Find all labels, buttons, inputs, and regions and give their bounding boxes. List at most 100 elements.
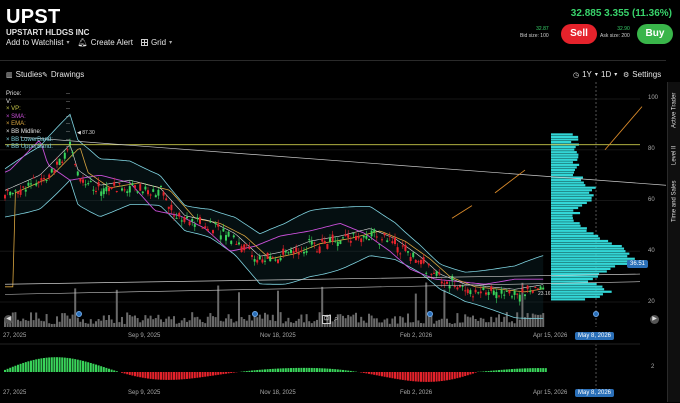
candle-body <box>414 259 417 263</box>
event-marker-icon[interactable] <box>427 311 433 317</box>
candle-body <box>487 292 490 295</box>
volume-bar <box>271 314 274 327</box>
tab-time-and-sales[interactable]: Time and Sales <box>668 178 680 224</box>
divider <box>0 60 666 61</box>
volume-bar <box>542 313 545 327</box>
volume-profile-bar <box>551 138 579 141</box>
interval-label: 1D <box>601 70 612 79</box>
scroll-left-icon[interactable]: ◀ <box>4 315 13 324</box>
add-to-watchlist-button[interactable]: Add to Watchlist ▾ <box>6 38 70 47</box>
volume-bar <box>92 323 95 327</box>
volume-bar <box>214 317 217 327</box>
volume-bar <box>71 314 74 327</box>
scroll-right-icon[interactable]: ▶ <box>650 315 659 324</box>
volume-profile-bar <box>551 191 590 194</box>
oscillator-bar <box>344 370 347 372</box>
candle-body <box>349 240 352 243</box>
volume-bar <box>433 323 435 327</box>
volume-bar <box>24 320 27 327</box>
candle-body <box>11 193 14 195</box>
ask-size: Ask size: 200 <box>600 33 630 39</box>
candle-body <box>469 290 472 295</box>
volume-profile-bar <box>551 288 605 291</box>
volume-profile-bar <box>551 262 628 265</box>
grid-button[interactable]: Grid ▾ <box>140 38 172 47</box>
volume-bar <box>110 319 113 327</box>
range-selector[interactable]: ◷ 1Y ▾ <box>573 70 598 79</box>
volume-bar <box>425 282 428 327</box>
oscillator-bar <box>63 357 66 372</box>
event-marker-icon[interactable] <box>252 311 258 317</box>
candle-body <box>365 235 368 239</box>
oscillator-bar <box>212 372 214 376</box>
reset-zoom-icon[interactable]: ⊡ <box>322 315 331 324</box>
create-alert-button[interactable]: 🔔︎ Create Alert <box>78 38 133 47</box>
candle-body <box>53 170 56 173</box>
volume-bar <box>40 320 43 327</box>
volume-bar <box>469 317 472 327</box>
volume-bar <box>277 290 279 327</box>
candle-body <box>518 294 521 302</box>
oscillator-bar <box>209 372 212 376</box>
volume-bar <box>297 318 300 327</box>
interval-selector[interactable]: 1D ▾ <box>601 70 617 79</box>
oscillator-bar <box>427 372 430 382</box>
oscillator-bar <box>102 367 105 372</box>
sell-button[interactable]: Sell <box>561 24 597 44</box>
oscillator-bar <box>417 372 420 382</box>
candle-body <box>503 294 506 296</box>
candle-body <box>87 183 90 185</box>
volume-bar <box>212 316 214 327</box>
volume-bar <box>235 321 238 327</box>
zoom-icon[interactable]: ⌕ <box>334 314 338 324</box>
volume-bar <box>287 317 290 327</box>
studies-button[interactable]: ▥ Studies <box>6 70 42 79</box>
legend-label: × EMA: <box>6 121 26 128</box>
volume-bar <box>27 320 30 327</box>
x-tick: 27, 2025 <box>3 390 27 396</box>
oscillator-bar <box>173 372 175 380</box>
candle-body <box>71 152 74 154</box>
price-chart[interactable] <box>0 82 666 403</box>
oscillator-bar <box>144 372 147 379</box>
candle-body <box>472 296 474 298</box>
oscillator-bar <box>407 372 409 381</box>
volume-bar <box>368 313 370 327</box>
volume-profile-bar <box>551 166 577 169</box>
volume-bar <box>349 316 352 327</box>
drawings-button[interactable]: ✎ Drawings <box>42 70 84 79</box>
candle-body <box>329 237 331 242</box>
osc-y-tick: 2 <box>651 364 655 370</box>
candle-body <box>100 191 103 196</box>
oscillator-bar <box>435 372 438 382</box>
volume-bar <box>238 292 240 327</box>
event-marker-icon[interactable] <box>76 311 82 317</box>
buy-button[interactable]: Buy <box>637 24 673 44</box>
candle-body <box>180 220 183 222</box>
volume-bar <box>407 313 409 327</box>
volume-bar <box>518 319 521 327</box>
volume-profile-bar <box>551 275 598 278</box>
oscillator-bar <box>505 369 508 372</box>
oscillator-bar <box>300 367 303 372</box>
oscillator-bar <box>438 372 441 382</box>
volume-bar <box>193 317 196 327</box>
oscillator-bar <box>336 369 339 372</box>
event-marker-icon[interactable] <box>593 311 599 317</box>
candle-body <box>339 240 342 244</box>
candle-body <box>344 234 347 237</box>
settings-button[interactable]: ⚙ Settings <box>623 70 661 79</box>
candle-body <box>318 246 321 253</box>
oscillator-bar <box>35 359 38 372</box>
oscillator-bar <box>9 367 12 372</box>
oscillator-bar <box>430 372 433 382</box>
oscillator-bar <box>451 372 454 380</box>
oscillator-bar <box>383 372 386 377</box>
tab-level-ii[interactable]: Level II <box>668 140 680 170</box>
tab-active-trader[interactable]: Active Trader <box>668 88 680 132</box>
oscillator-bar <box>266 369 269 372</box>
oscillator-bar <box>433 372 435 382</box>
oscillator-bar <box>100 366 103 372</box>
oscillator-bar <box>326 368 329 372</box>
volume-profile-bar <box>551 255 628 258</box>
